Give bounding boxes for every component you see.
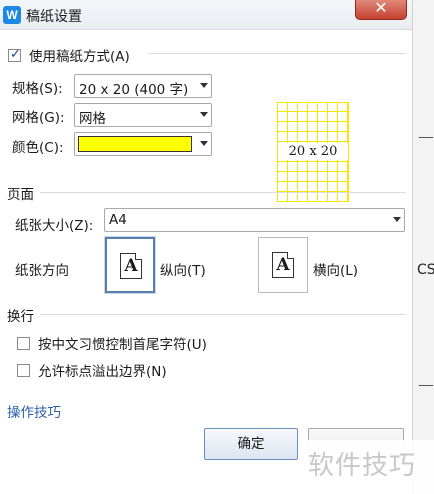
background-rule — [419, 137, 433, 138]
punctuation-overflow-label: 允许标点溢出边界(N) — [38, 364, 167, 380]
line-break-section-heading: 换行 — [7, 309, 34, 325]
portrait-page-icon: A — [120, 253, 142, 279]
spec-value: 20 x 20 (400 字) — [79, 82, 189, 98]
landscape-label[interactable]: 横向(L) — [313, 259, 358, 279]
chinese-line-break-option[interactable]: 按中文习惯控制首尾字符(U) — [17, 333, 207, 353]
grid-label: 网格(G): — [12, 110, 65, 126]
section-divider — [40, 314, 406, 315]
chinese-line-break-checkbox[interactable] — [17, 336, 30, 350]
landscape-orientation-button[interactable]: A — [258, 237, 308, 293]
section-divider — [148, 53, 406, 54]
paper-size-select[interactable]: A4 — [104, 208, 405, 232]
wps-app-icon: W — [3, 6, 21, 24]
color-label: 颜色(C): — [12, 140, 64, 156]
color-swatch — [78, 136, 192, 152]
close-button[interactable]: ✕ — [355, 0, 407, 20]
spec-label: 规格(S): — [12, 81, 63, 97]
spec-select[interactable]: 20 x 20 (400 字) — [74, 74, 212, 98]
tips-link[interactable]: 操作技巧 — [7, 401, 61, 421]
color-select[interactable] — [74, 132, 212, 156]
chevron-down-icon — [200, 83, 208, 88]
paper-size-value: A4 — [109, 212, 127, 228]
grid-preview: 20 x 20 — [277, 102, 349, 202]
chinese-line-break-label: 按中文习惯控制首尾字符(U) — [38, 337, 207, 353]
punctuation-overflow-option[interactable]: 允许标点溢出边界(N) — [17, 360, 167, 380]
chevron-down-icon — [393, 217, 401, 222]
portrait-label[interactable]: 纵向(T) — [160, 259, 206, 279]
preview-text: 20 x 20 — [278, 143, 348, 160]
chevron-down-icon — [200, 141, 208, 146]
dialog-title: 稿纸设置 — [26, 9, 82, 25]
use-grid-paper-option[interactable]: 使用稿纸方式(A) — [8, 45, 130, 65]
use-grid-paper-checkbox[interactable] — [8, 47, 21, 62]
title-bar: W 稿纸设置 ✕ — [0, 0, 434, 30]
paper-size-label: 纸张大小(Z): — [15, 218, 94, 234]
background-rule — [419, 385, 433, 386]
landscape-page-icon: A — [272, 252, 294, 278]
grid-value: 网格 — [79, 111, 106, 127]
watermark: 软件技巧 — [304, 440, 434, 494]
orientation-label: 纸张方向 — [15, 263, 69, 279]
watermark-text: 软件技巧 — [308, 451, 417, 481]
portrait-orientation-button[interactable]: A — [104, 236, 156, 294]
background-text: CS — [417, 262, 434, 278]
section-divider — [40, 192, 406, 193]
chevron-down-icon — [200, 112, 208, 117]
grid-paper-dialog: 使用稿纸方式(A) 规格(S): 20 x 20 (400 字) 网格(G): … — [0, 30, 412, 494]
ok-button[interactable]: 确定 — [204, 428, 298, 460]
page-section-heading: 页面 — [7, 187, 34, 203]
background-document-strip: CS — [412, 0, 434, 494]
use-grid-paper-label: 使用稿纸方式(A) — [29, 49, 130, 65]
grid-select[interactable]: 网格 — [74, 103, 212, 127]
punctuation-overflow-checkbox[interactable] — [17, 363, 30, 377]
